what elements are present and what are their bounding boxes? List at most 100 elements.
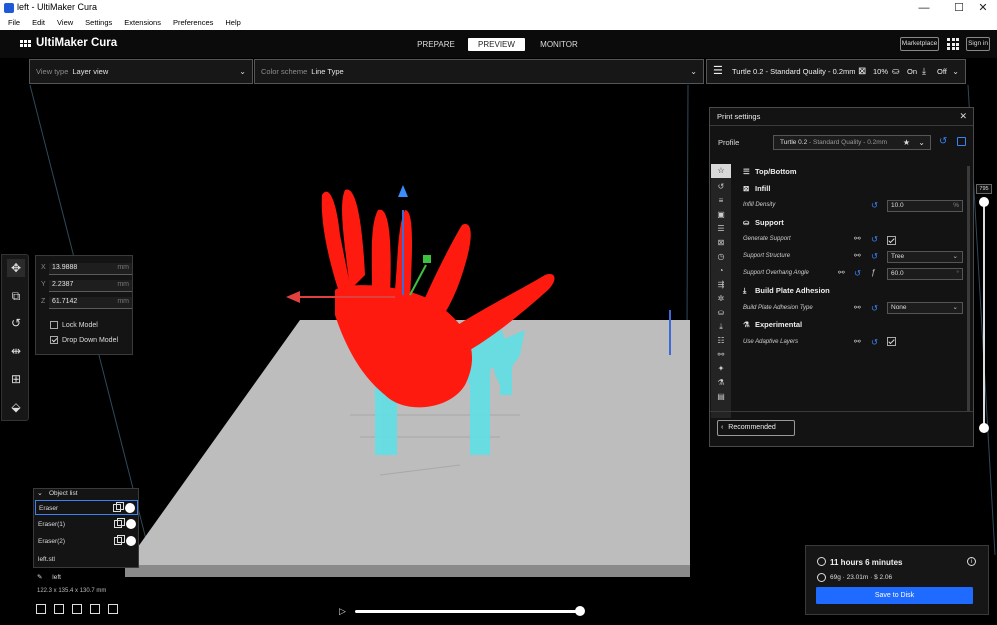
support-structure-select[interactable]: Tree ⌄ [887, 251, 963, 263]
quality-category-icon[interactable]: ≡ [711, 194, 731, 208]
visibility-toggle[interactable] [125, 503, 135, 513]
layer-slider[interactable]: 795 [975, 182, 993, 442]
generate-support-checkbox[interactable] [887, 236, 896, 245]
infill-category-icon[interactable]: ⊠ [711, 236, 731, 250]
drop-down-model-checkbox[interactable]: Drop Down Model [50, 336, 118, 344]
walls-category-icon[interactable]: ▣ [711, 208, 731, 222]
adhesion-category-icon[interactable]: ⤓ [711, 320, 731, 334]
current-layer-field[interactable]: 795 [976, 184, 992, 194]
reset-setting-icon[interactable]: ↺ [871, 337, 878, 348]
edit-pencil-icon[interactable]: ✎ [37, 574, 42, 581]
special-modes-category-icon[interactable]: ✦ [711, 362, 731, 376]
reset-setting-icon[interactable]: ↺ [871, 234, 878, 245]
settings-scrollbar[interactable] [967, 166, 970, 411]
mirror-tool-icon[interactable]: ⇹ [7, 342, 25, 360]
minimize-button[interactable]: — [909, 0, 939, 16]
experimental-category-icon[interactable]: ⚗ [711, 376, 731, 390]
dual-extrusion-category-icon[interactable]: ☷ [711, 334, 731, 348]
view-type-select[interactable]: View type Layer view ⌄ [29, 59, 253, 84]
close-window-button[interactable]: ✕ [968, 0, 997, 16]
reset-setting-icon[interactable]: ↺ [871, 251, 878, 262]
recommended-button[interactable]: ‹ Recommended [717, 420, 795, 436]
print-setup-selector[interactable]: ☰ Turtle 0.2 - Standard Quality - 0.2mm … [706, 59, 966, 84]
layer-slider-lower-handle[interactable] [979, 423, 989, 433]
z-coordinate-field[interactable]: Z 61.7142 mm [41, 297, 132, 309]
menu-preferences[interactable]: Preferences [173, 16, 213, 30]
menu-edit[interactable]: Edit [32, 16, 45, 30]
object-list-title[interactable]: Object list [49, 490, 78, 497]
play-icon[interactable]: ▷ [339, 606, 346, 617]
speed-category-icon[interactable]: ◔ [711, 264, 731, 278]
y-coordinate-field[interactable]: Y 2.2387 mm [41, 280, 132, 292]
3d-view-icon[interactable] [36, 604, 46, 614]
reset-setting-icon[interactable]: ↺ [871, 303, 878, 314]
stage-monitor[interactable]: MONITOR [535, 38, 583, 51]
support-blocker-icon[interactable]: ⬙ [7, 398, 25, 416]
reset-profile-icon[interactable]: ↺ [939, 136, 947, 147]
sign-in-button[interactable]: Sign in [966, 37, 990, 51]
color-scheme-label: Color scheme [261, 67, 308, 76]
mesh-fixes-category-icon[interactable]: ⚯ [711, 348, 731, 362]
material-category-icon[interactable]: ◷ [711, 250, 731, 264]
adaptive-layers-checkbox[interactable] [887, 337, 896, 346]
top-bottom-category-icon[interactable]: ☰ [711, 222, 731, 236]
favorites-category-icon[interactable]: ☆ [711, 164, 731, 178]
info-icon[interactable]: i [967, 557, 976, 566]
adhesion-type-select[interactable]: None ⌄ [887, 302, 963, 314]
layer-slider-upper-handle[interactable] [979, 197, 989, 207]
list-item[interactable]: Eraser [35, 500, 138, 515]
top-view-icon[interactable] [72, 604, 82, 614]
marketplace-button[interactable]: Marketplace [900, 37, 939, 51]
lock-model-checkbox[interactable]: Lock Model [50, 321, 98, 329]
reset-category-icon[interactable]: ↺ [711, 180, 731, 194]
simulation-slider-handle[interactable] [575, 606, 585, 616]
stage-preview[interactable]: PREVIEW [468, 38, 525, 51]
chevron-down-icon[interactable]: ⌄ [37, 489, 43, 497]
function-icon[interactable]: ƒ [871, 268, 875, 277]
save-to-disk-button[interactable]: Save to Disk [816, 587, 973, 604]
reset-setting-icon[interactable]: ↺ [854, 268, 861, 279]
infill-density-input[interactable]: 10.0% [887, 200, 963, 212]
duplicate-icon[interactable] [114, 535, 125, 545]
menu-help[interactable]: Help [225, 16, 240, 30]
front-view-icon[interactable] [54, 604, 64, 614]
menu-extensions[interactable]: Extensions [124, 16, 161, 30]
scale-tool-icon[interactable]: ⧉ [7, 287, 25, 305]
travel-category-icon[interactable]: ⇶ [711, 278, 731, 292]
layer-slider-track[interactable] [983, 202, 985, 432]
visibility-toggle[interactable] [126, 519, 136, 529]
apps-grid-icon[interactable] [947, 38, 959, 50]
section-build-plate-adhesion[interactable]: ⤓ Build Plate Adhesion [743, 286, 830, 296]
menu-file[interactable]: File [8, 16, 20, 30]
close-icon[interactable]: ✕ [959, 111, 967, 122]
machine-settings-category-icon[interactable]: ▤ [711, 390, 731, 404]
profile-select[interactable]: Turtle 0.2 - Standard Quality - 0.2mm ★ … [773, 135, 931, 150]
section-support[interactable]: ⛀ Support [743, 218, 784, 227]
section-experimental[interactable]: ⚗ Experimental [743, 320, 802, 329]
menu-settings[interactable]: Settings [85, 16, 112, 30]
section-top-bottom[interactable]: ☰ Top/Bottom [743, 167, 797, 176]
reset-setting-icon[interactable]: ↺ [871, 200, 878, 211]
visibility-toggle[interactable] [126, 536, 136, 546]
menu-view[interactable]: View [57, 16, 73, 30]
rotate-tool-icon[interactable]: ↺ [7, 314, 25, 332]
x-coordinate-field[interactable]: X 13.9888 mm [41, 263, 132, 275]
per-model-settings-icon[interactable]: ⊞ [7, 370, 25, 388]
right-view-icon[interactable] [108, 604, 118, 614]
list-item[interactable]: Eraser(2) [35, 534, 138, 549]
simulation-slider-track[interactable] [355, 610, 580, 613]
duplicate-icon[interactable] [113, 502, 124, 512]
stage-prepare[interactable]: PREPARE [413, 38, 459, 51]
list-item[interactable]: Eraser(1) [35, 517, 138, 532]
save-profile-icon[interactable] [957, 137, 966, 146]
color-scheme-select[interactable]: Color scheme Line Type ⌄ [254, 59, 704, 84]
section-infill[interactable]: ⊠ Infill [743, 184, 770, 193]
favorite-star-icon[interactable]: ★ [903, 136, 910, 149]
cooling-category-icon[interactable]: ✲ [711, 292, 731, 306]
left-view-icon[interactable] [90, 604, 100, 614]
duplicate-icon[interactable] [114, 518, 125, 528]
move-tool-icon[interactable]: ✥ [7, 259, 25, 277]
overhang-angle-input[interactable]: 60.0 ° [887, 268, 963, 280]
support-category-icon[interactable]: ⛀ [711, 306, 731, 320]
selected-object-name[interactable]: ✎ left [37, 573, 61, 581]
